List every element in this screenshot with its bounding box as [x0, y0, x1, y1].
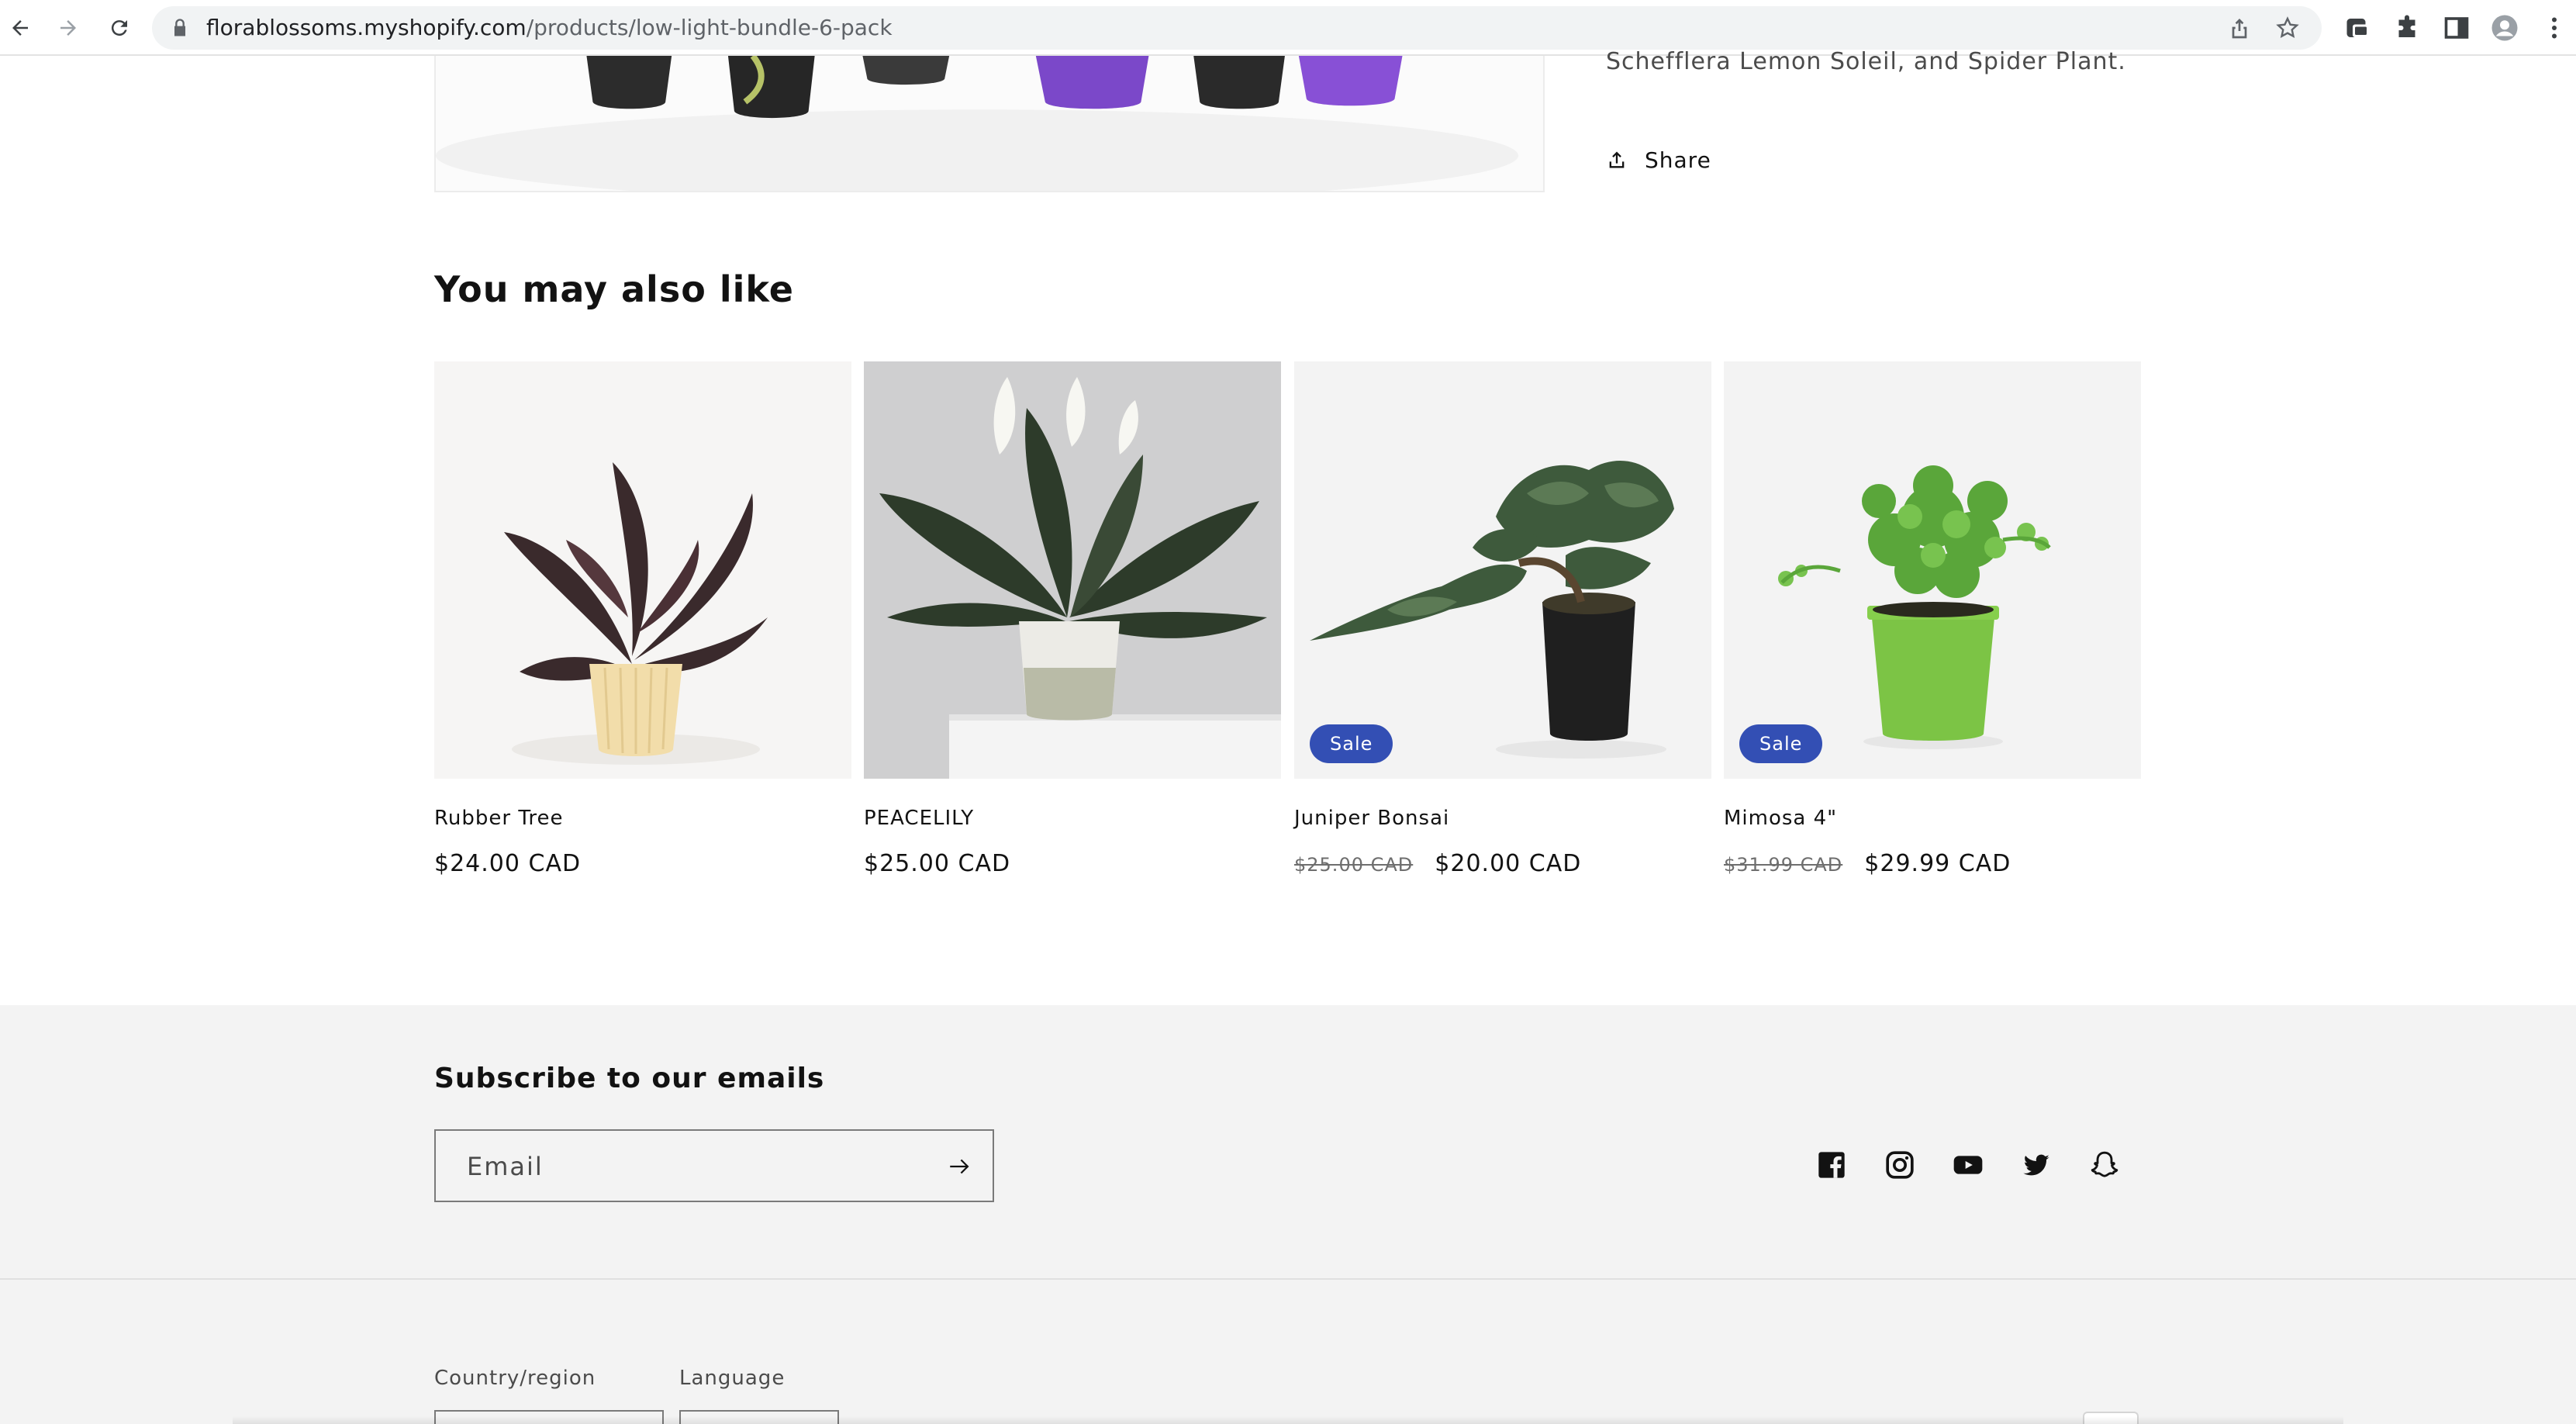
juniper-bonsai-image — [1294, 361, 1711, 779]
share-label: Share — [1645, 147, 1711, 173]
product-card-mimosa[interactable]: Sale Mimosa 4" $31.99 CAD $29.99 CAD — [1724, 361, 2141, 877]
viewport-edge-shadow — [233, 1416, 2343, 1424]
peace-lily-image — [864, 361, 1281, 779]
browser-toolbar: florablossoms.myshopify.com/products/low… — [0, 0, 2576, 56]
product-card-price: $31.99 CAD $29.99 CAD — [1724, 850, 2141, 877]
share-icon — [1609, 151, 1625, 168]
side-panel-icon[interactable] — [2443, 14, 2471, 42]
profile-avatar-icon[interactable] — [2491, 14, 2519, 42]
instagram-icon — [1886, 1151, 1914, 1179]
youtube-icon — [1953, 1156, 1983, 1174]
back-arrow-icon — [12, 20, 28, 36]
share-page-icon[interactable] — [2227, 16, 2252, 40]
extension-icon[interactable] — [2343, 14, 2371, 42]
reload-button[interactable] — [102, 11, 136, 45]
snapchat-icon — [2091, 1151, 2118, 1177]
country-region-label: Country/region — [434, 1367, 596, 1390]
product-card-image[interactable] — [864, 361, 1281, 779]
sale-badge: Sale — [1739, 724, 1823, 763]
puzzle-extensions-icon[interactable] — [2393, 14, 2421, 42]
current-price: $25.00 CAD — [864, 850, 1011, 877]
product-card-rubber-tree[interactable]: Rubber Tree $24.00 CAD — [434, 361, 851, 877]
forward-button[interactable] — [51, 11, 85, 45]
twitter-icon — [2023, 1154, 2049, 1176]
product-card-title[interactable]: Juniper Bonsai — [1294, 807, 1711, 830]
recommendations-title: You may also like — [434, 268, 794, 310]
share-button[interactable]: Share — [1606, 146, 1711, 174]
bookmark-star-icon[interactable] — [2275, 16, 2300, 40]
address-bar[interactable]: florablossoms.myshopify.com/products/low… — [152, 6, 2322, 50]
product-card-price: $24.00 CAD — [434, 850, 851, 877]
product-card-title[interactable]: Rubber Tree — [434, 807, 851, 830]
product-card-image[interactable] — [434, 361, 851, 779]
newsletter-form — [434, 1129, 994, 1202]
product-card-price: $25.00 CAD $20.00 CAD — [1294, 850, 1711, 877]
language-label: Language — [679, 1367, 786, 1390]
mimosa-image — [1724, 361, 2141, 779]
product-card-title[interactable]: PEACELILY — [864, 807, 1281, 830]
browser-menu-icon[interactable] — [2540, 14, 2568, 42]
product-card-title[interactable]: Mimosa 4" — [1724, 807, 2141, 830]
site-footer: Subscribe to our emails Country/region L… — [0, 1005, 2576, 1424]
product-card-juniper-bonsai[interactable]: Sale Juniper Bonsai $25.00 CAD $20.00 CA… — [1294, 361, 1711, 877]
current-price: $29.99 CAD — [1864, 850, 2011, 877]
facebook-link[interactable] — [1816, 1149, 1850, 1184]
footer-divider — [0, 1278, 2576, 1280]
product-card-image[interactable]: Sale — [1294, 361, 1711, 779]
twitter-link[interactable] — [2021, 1149, 2055, 1184]
product-card-image[interactable]: Sale — [1724, 361, 2141, 779]
forward-arrow-icon — [60, 20, 76, 36]
arrow-right-icon — [950, 1159, 969, 1174]
rubber-tree-image — [434, 361, 851, 779]
compare-at-price: $25.00 CAD — [1294, 854, 1414, 876]
email-input[interactable] — [467, 1148, 901, 1185]
current-price: $20.00 CAD — [1435, 850, 1582, 877]
product-description: Schefflera Lemon Soleil, and Spider Plan… — [1606, 48, 2126, 75]
lock-icon — [174, 19, 185, 36]
reload-icon — [111, 20, 127, 36]
product-card-peacelily[interactable]: PEACELILY $25.00 CAD — [864, 361, 1281, 877]
back-button[interactable] — [3, 11, 37, 45]
current-price: $24.00 CAD — [434, 850, 582, 877]
subscribe-submit-button[interactable] — [944, 1151, 975, 1182]
product-image — [434, 56, 1545, 192]
facebook-icon — [1818, 1152, 1845, 1178]
snapchat-link[interactable] — [2089, 1149, 2123, 1184]
youtube-link[interactable] — [1953, 1149, 1987, 1184]
url-text: florablossoms.myshopify.com/products/low… — [206, 16, 893, 40]
sale-badge: Sale — [1310, 724, 1393, 763]
instagram-link[interactable] — [1884, 1149, 1918, 1184]
url-host: florablossoms.myshopify.com — [206, 15, 527, 40]
compare-at-price: $31.99 CAD — [1724, 854, 1843, 876]
url-path: /products/low-light-bundle-6-pack — [526, 15, 893, 40]
product-pots-illustration — [436, 56, 1518, 191]
product-card-price: $25.00 CAD — [864, 850, 1281, 877]
newsletter-title: Subscribe to our emails — [434, 1063, 825, 1094]
